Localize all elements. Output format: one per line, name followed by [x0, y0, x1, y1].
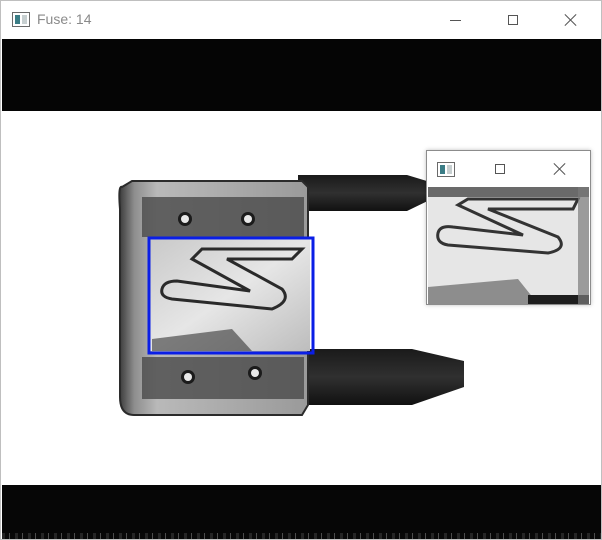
dark-band-bottom — [2, 485, 601, 539]
close-icon — [564, 13, 578, 27]
title-bar[interactable]: Fuse: 14 — [1, 1, 601, 39]
roi-preview-image — [428, 187, 589, 304]
noise-strip — [2, 533, 601, 539]
maximize-icon — [508, 15, 518, 25]
preview-maximize-button[interactable] — [471, 151, 529, 187]
preview-title-bar[interactable] — [427, 151, 590, 187]
fuse-blade-bottom — [298, 349, 464, 405]
maximize-button[interactable] — [484, 1, 542, 39]
preview-close-button[interactable] — [531, 151, 589, 187]
fuse-blade-top — [298, 175, 440, 211]
app-icon — [12, 12, 30, 27]
window-title: Fuse: 14 — [37, 11, 92, 27]
minimize-icon — [449, 19, 461, 21]
roi-preview-window[interactable] — [426, 150, 591, 305]
preview-app-icon — [437, 162, 455, 177]
close-icon — [553, 162, 567, 176]
maximize-icon — [495, 164, 505, 174]
minimize-button[interactable] — [426, 1, 484, 39]
close-button[interactable] — [542, 1, 600, 39]
